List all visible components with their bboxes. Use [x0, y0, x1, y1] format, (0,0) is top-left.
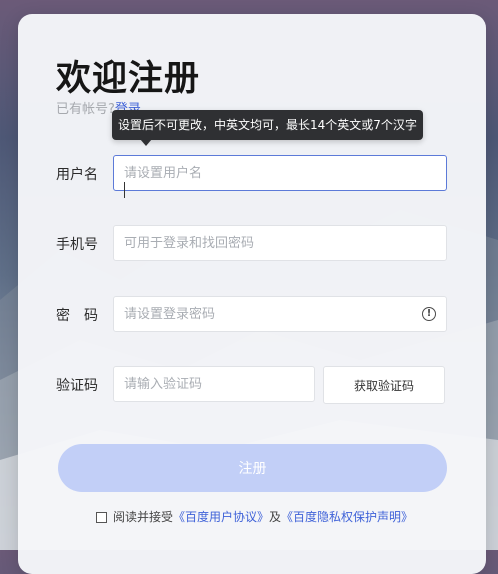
register-button[interactable]: 注册: [58, 444, 447, 492]
info-circle-icon[interactable]: !: [422, 307, 436, 321]
code-label: 验证码: [56, 378, 98, 394]
tooltip-arrow: [140, 139, 152, 146]
password-input[interactable]: [113, 296, 447, 332]
register-card: 欢迎注册 已有帐号?登录 设置后不可更改，中英文均可，最长14个英文或7个汉字 …: [18, 14, 486, 574]
password-label: 密 码: [56, 308, 98, 324]
username-label: 用户名: [56, 167, 98, 183]
user-agreement-link[interactable]: 《百度用户协议》: [173, 510, 269, 524]
phone-input[interactable]: [113, 225, 447, 261]
username-tooltip: 设置后不可更改，中英文均可，最长14个英文或7个汉字: [112, 110, 423, 140]
phone-label: 手机号: [56, 237, 98, 253]
agreement-row: 阅读并接受《百度用户协议》及《百度隐私权保护声明》: [96, 508, 413, 525]
agreement-prefix: 阅读并接受: [113, 510, 174, 524]
agreement-and: 及: [269, 510, 282, 524]
have-account-text: 已有帐号?: [56, 102, 115, 117]
page-title: 欢迎注册: [56, 59, 201, 99]
verification-code-input[interactable]: [113, 366, 315, 402]
username-input[interactable]: [113, 155, 447, 191]
text-caret: [124, 182, 125, 198]
privacy-statement-link[interactable]: 《百度隐私权保护声明》: [281, 510, 413, 524]
get-code-button[interactable]: 获取验证码: [323, 366, 445, 404]
agreement-checkbox[interactable]: [96, 512, 107, 523]
